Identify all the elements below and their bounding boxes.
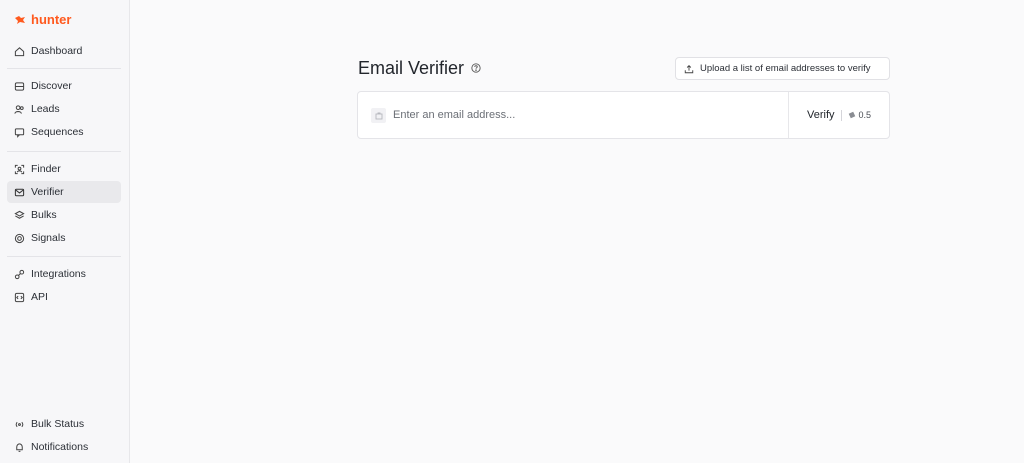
sidebar-item-integrations[interactable]: Integrations	[7, 263, 121, 285]
email-field-icon	[371, 108, 386, 123]
verify-label: Verify	[807, 109, 835, 121]
sidebar-item-label: Bulk Status	[31, 418, 85, 430]
layers-icon	[14, 210, 25, 219]
sidebar-item-label: Sequences	[31, 126, 84, 138]
sidebar-item-bulk-status[interactable]: Bulk Status	[7, 413, 121, 435]
credit-cost: 0.5	[848, 110, 872, 120]
sidebar-item-label: Bulks	[31, 209, 57, 221]
sidebar-item-api[interactable]: API	[7, 286, 121, 308]
sidebar-item-finder[interactable]: Finder	[7, 158, 121, 180]
verify-card: Verify 0.5	[357, 91, 890, 139]
hunter-logo[interactable]: hunter	[14, 12, 71, 27]
mail-check-icon	[14, 188, 25, 196]
sidebar-item-discover[interactable]: Discover	[7, 75, 121, 97]
hunter-logo-icon	[15, 15, 25, 24]
upload-list-label: Upload a list of email addresses to veri…	[700, 63, 871, 74]
sidebar-item-sequences[interactable]: Sequences	[7, 121, 121, 143]
sidebar-divider	[7, 151, 121, 152]
home-icon	[14, 46, 25, 56]
upload-list-button[interactable]: Upload a list of email addresses to veri…	[675, 57, 890, 80]
sidebar-divider	[7, 256, 121, 257]
sidebar-item-label: Integrations	[31, 268, 86, 280]
sidebar-item-label: Leads	[31, 103, 60, 115]
verify-button[interactable]: Verify 0.5	[788, 92, 890, 138]
bell-icon	[16, 442, 23, 452]
sidebar-item-signals[interactable]: Signals	[7, 227, 121, 249]
upload-icon	[684, 64, 694, 73]
sidebar-item-label: Finder	[31, 163, 61, 175]
sidebar-item-label: Discover	[31, 80, 72, 92]
sidebar-divider	[7, 68, 121, 69]
sidebar-item-notifications[interactable]: Notifications	[7, 436, 121, 458]
sidebar-item-label: Dashboard	[31, 45, 83, 57]
link-icon	[14, 269, 25, 279]
help-icon[interactable]	[471, 60, 481, 78]
sidebar-item-dashboard[interactable]: Dashboard	[7, 40, 121, 62]
brand-name: hunter	[31, 12, 72, 27]
database-icon	[14, 81, 25, 91]
building-icon	[375, 112, 382, 119]
sidebar-item-bulks[interactable]: Bulks	[7, 204, 121, 226]
sidebar-item-label: API	[31, 291, 48, 303]
scan-user-icon	[14, 164, 25, 174]
sidebar: hunter Dashboard Discover Leads Sequence…	[0, 0, 130, 463]
page-title: Email Verifier	[358, 58, 465, 78]
email-input[interactable]	[393, 104, 783, 126]
verify-separator	[840, 109, 842, 121]
credit-value: 0.5	[858, 110, 872, 120]
users-icon	[14, 104, 24, 114]
target-icon	[14, 233, 25, 243]
sidebar-item-label: Notifications	[31, 441, 89, 453]
sidebar-item-label: Signals	[31, 232, 66, 244]
title-row: Email Verifier	[358, 58, 481, 79]
sidebar-item-verifier[interactable]: Verifier	[7, 181, 121, 203]
sidebar-item-label: Verifier	[31, 186, 64, 198]
code-icon	[14, 292, 25, 302]
broadcast-icon	[15, 421, 24, 427]
sidebar-item-leads[interactable]: Leads	[7, 98, 121, 120]
credit-icon	[848, 111, 855, 119]
mail-chat-icon	[14, 127, 25, 138]
